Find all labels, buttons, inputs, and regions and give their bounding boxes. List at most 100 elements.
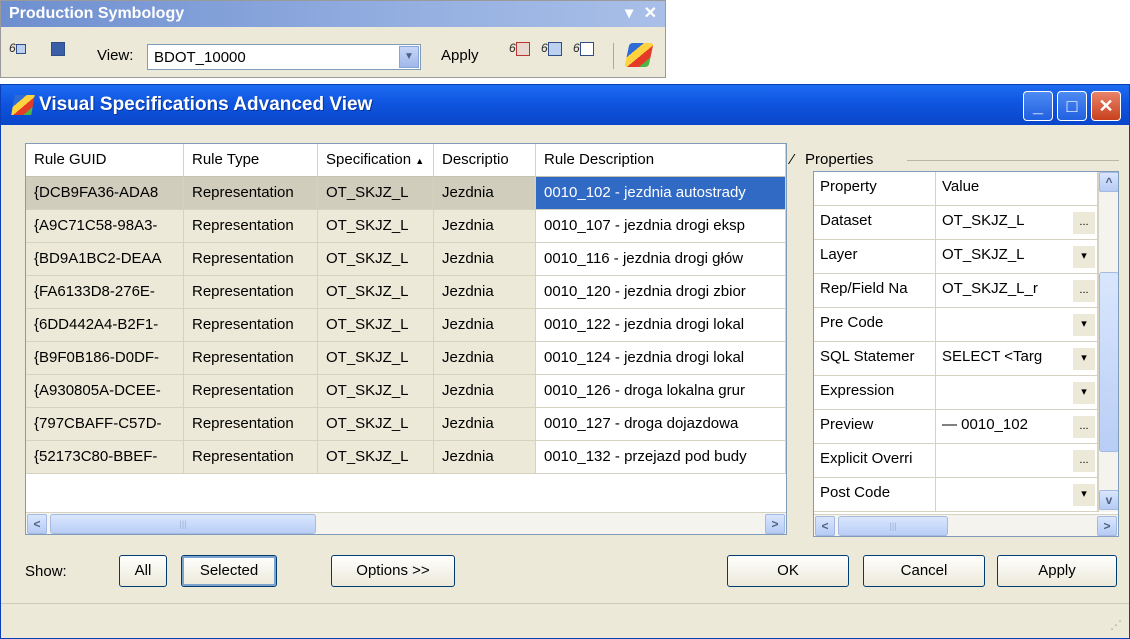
properties-vertical-scrollbar[interactable]: ^ v	[1098, 172, 1118, 512]
cell-rule-guid: {DCB9FA36-ADA8	[26, 177, 184, 210]
chevron-down-icon[interactable]: ▼	[399, 46, 419, 68]
cell-rule-description[interactable]: 0010_127 - droga dojazdowa	[536, 408, 786, 441]
show-selected-button[interactable]: Selected	[181, 555, 277, 587]
scroll-thumb[interactable]: |||	[838, 516, 948, 536]
rule-properties-icon[interactable]: 6	[541, 41, 562, 67]
collapse-arrow-icon[interactable]: ⁄	[791, 151, 794, 168]
save-icon[interactable]	[51, 41, 65, 67]
cell-rule-description[interactable]: 0010_107 - jezdnia drogi eksp	[536, 210, 786, 243]
chevron-right-icon[interactable]: >	[1097, 516, 1117, 536]
cell-rule-description[interactable]: 0010_102 - jezdnia autostrady	[536, 177, 786, 210]
options-button[interactable]: Options >>	[331, 555, 455, 587]
toolbar-menu-icon[interactable]: ▾	[625, 5, 633, 22]
properties-horizontal-scrollbar[interactable]: < ||| >	[814, 514, 1118, 536]
chevron-left-icon[interactable]: <	[27, 514, 47, 534]
property-name: Dataset	[814, 206, 936, 240]
property-value[interactable]: OT_SKJZ_L...	[936, 206, 1098, 240]
table-row[interactable]: {A930805A-DCEE- Representation OT_SKJZ_L…	[26, 375, 786, 408]
property-row[interactable]: Preview — 0010_102...	[814, 410, 1098, 444]
cell-rule-description[interactable]: 0010_122 - jezdnia drogi lokal	[536, 309, 786, 342]
close-button[interactable]: ✕	[1091, 91, 1121, 121]
maximize-button[interactable]: □	[1057, 91, 1087, 121]
property-value[interactable]: OT_SKJZ_L_r...	[936, 274, 1098, 308]
column-header-value[interactable]: Value	[936, 172, 1098, 206]
property-row[interactable]: Post Code ▾	[814, 478, 1098, 512]
column-header-rule-type[interactable]: Rule Type	[184, 144, 318, 177]
ellipsis-button[interactable]: ...	[1073, 280, 1095, 302]
minimize-button[interactable]: _	[1023, 91, 1053, 121]
table-row[interactable]: {B9F0B186-D0DF- Representation OT_SKJZ_L…	[26, 342, 786, 375]
scroll-thumb[interactable]: |||	[50, 514, 316, 534]
column-header-rule-description[interactable]: Rule Description	[536, 144, 786, 177]
toolbar-close-icon[interactable]: ✕	[644, 5, 657, 22]
chevron-down-icon[interactable]: ▾	[1073, 348, 1095, 370]
ellipsis-button[interactable]: ...	[1073, 212, 1095, 234]
chevron-down-icon[interactable]: ▾	[1073, 246, 1095, 268]
property-value-text: — 0010_102	[942, 416, 1028, 433]
chevron-right-icon[interactable]: >	[765, 514, 785, 534]
property-value[interactable]: ▾	[936, 478, 1098, 512]
cell-rule-guid: {FA6133D8-276E-	[26, 276, 184, 309]
property-name: SQL Statemer	[814, 342, 936, 376]
chevron-up-icon[interactable]: ^	[1099, 172, 1118, 192]
cell-rule-description[interactable]: 0010_124 - jezdnia drogi lokal	[536, 342, 786, 375]
property-value[interactable]: SELECT <Targ ▾	[936, 342, 1098, 376]
column-header-specification[interactable]: Specification ▲	[318, 144, 434, 177]
property-row[interactable]: SQL Statemer SELECT <Targ ▾	[814, 342, 1098, 376]
ok-button[interactable]: OK	[727, 555, 849, 587]
property-row[interactable]: Layer OT_SKJZ_L ▾	[814, 240, 1098, 274]
column-header-rule-guid[interactable]: Rule GUID	[26, 144, 184, 177]
cell-specification: OT_SKJZ_L	[318, 342, 434, 375]
table-row[interactable]: {FA6133D8-276E- Representation OT_SKJZ_L…	[26, 276, 786, 309]
property-row[interactable]: Explicit Overri ...	[814, 444, 1098, 478]
table-row[interactable]: {797CBAFF-C57D- Representation OT_SKJZ_L…	[26, 408, 786, 441]
chevron-down-icon[interactable]: ▾	[1073, 484, 1095, 506]
new-rule-icon[interactable]: 6	[9, 41, 26, 67]
cell-description: Jezdnia	[434, 309, 536, 342]
property-value[interactable]: — 0010_102...	[936, 410, 1098, 444]
cell-specification: OT_SKJZ_L	[318, 210, 434, 243]
column-header-description[interactable]: Descriptio	[434, 144, 536, 177]
property-value[interactable]: ▾	[936, 376, 1098, 410]
scroll-thumb[interactable]	[1099, 272, 1118, 452]
chevron-left-icon[interactable]: <	[815, 516, 835, 536]
view-select[interactable]: BDOT_10000 ▼	[147, 44, 421, 70]
window-titlebar[interactable]: Visual Specifications Advanced View _ □ …	[1, 85, 1129, 125]
visual-specifications-icon[interactable]	[624, 43, 654, 67]
chevron-down-icon[interactable]: v	[1099, 490, 1118, 510]
table-row[interactable]: {6DD442A4-B2F1- Representation OT_SKJZ_L…	[26, 309, 786, 342]
resize-grip-icon[interactable]: ⋰	[1110, 618, 1123, 632]
cell-rule-description[interactable]: 0010_116 - jezdnia drogi głów	[536, 243, 786, 276]
apply-button[interactable]: Apply	[997, 555, 1117, 587]
column-header-property[interactable]: Property	[814, 172, 936, 206]
chevron-down-icon[interactable]: ▾	[1073, 314, 1095, 336]
cell-rule-description[interactable]: 0010_132 - przejazd pod budy	[536, 441, 786, 474]
table-row[interactable]: {DCB9FA36-ADA8 Representation OT_SKJZ_L …	[26, 177, 786, 210]
table-row[interactable]: {BD9A1BC2-DEAA Representation OT_SKJZ_L …	[26, 243, 786, 276]
show-all-button[interactable]: All	[119, 555, 167, 587]
toolbar-titlebar[interactable]: Production Symbology ▾ ✕	[1, 1, 665, 27]
property-row[interactable]: Pre Code ▾	[814, 308, 1098, 342]
table-row[interactable]: {A9C71C58-98A3- Representation OT_SKJZ_L…	[26, 210, 786, 243]
cell-rule-description[interactable]: 0010_126 - droga lokalna grur	[536, 375, 786, 408]
rule-view-icon[interactable]: 6	[573, 41, 594, 67]
property-value[interactable]: OT_SKJZ_L ▾	[936, 240, 1098, 274]
property-row[interactable]: Rep/Field Na OT_SKJZ_L_r...	[814, 274, 1098, 308]
delete-rule-icon[interactable]: 6	[509, 41, 530, 67]
property-value[interactable]: ...	[936, 444, 1098, 478]
table-row[interactable]: {52173C80-BBEF- Representation OT_SKJZ_L…	[26, 441, 786, 474]
properties-label: Properties	[805, 151, 874, 168]
chevron-down-icon[interactable]: ▾	[1073, 382, 1095, 404]
cancel-button[interactable]: Cancel	[863, 555, 985, 587]
ellipsis-button[interactable]: ...	[1073, 450, 1095, 472]
cell-rule-description[interactable]: 0010_120 - jezdnia drogi zbior	[536, 276, 786, 309]
grid-horizontal-scrollbar[interactable]: < ||| >	[26, 512, 786, 534]
toolbar-apply-button[interactable]: Apply	[441, 47, 479, 64]
property-value[interactable]: ▾	[936, 308, 1098, 342]
ellipsis-button[interactable]: ...	[1073, 416, 1095, 438]
cell-rule-type: Representation	[184, 441, 318, 474]
property-name: Pre Code	[814, 308, 936, 342]
cell-rule-type: Representation	[184, 309, 318, 342]
property-row[interactable]: Expression ▾	[814, 376, 1098, 410]
property-row[interactable]: Dataset OT_SKJZ_L...	[814, 206, 1098, 240]
